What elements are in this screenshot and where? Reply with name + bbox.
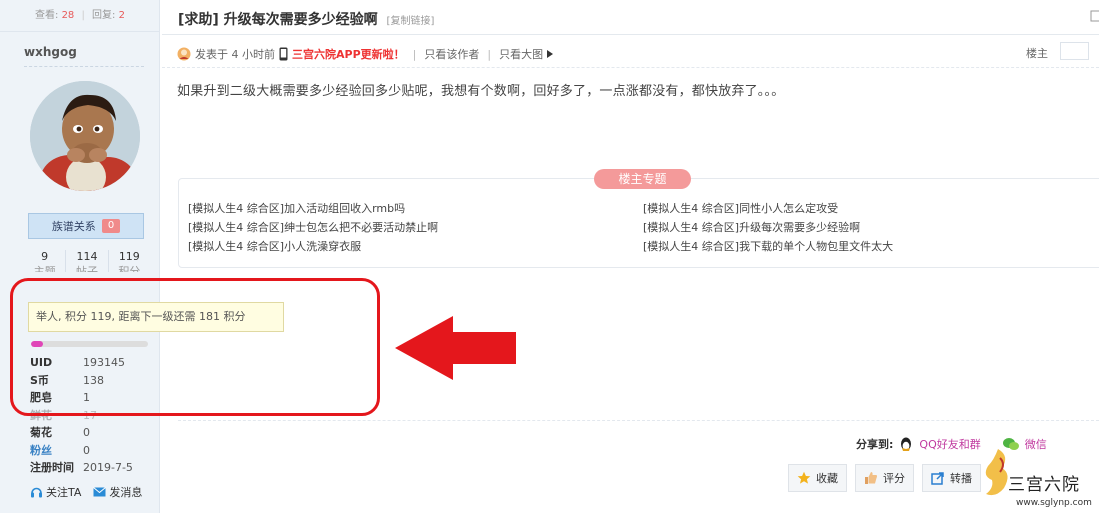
replies-label: 回复: <box>92 10 116 21</box>
level-progress-fill <box>31 341 43 347</box>
author-sidebar: 查看: 28 | 回复: 2 wxhgog 族谱关系 0 9 主题 114 帖子… <box>0 0 160 513</box>
avatar[interactable] <box>30 81 140 191</box>
floor-jump-input[interactable] <box>1060 42 1089 60</box>
author-topics-tag: 楼主专题 <box>594 169 691 189</box>
post-actions: 收藏 评分 转播 <box>788 464 981 492</box>
info-value: 193145 <box>83 356 125 369</box>
stat-value: 119 <box>118 250 140 263</box>
qq-penguin-icon[interactable] <box>899 437 913 452</box>
level-progress-bar <box>31 341 148 347</box>
thread-title: [求助] 升级每次需要多少经验啊 [复制链接] <box>178 9 434 29</box>
info-value: 0 <box>83 426 90 439</box>
headset-icon <box>31 487 42 498</box>
divider <box>178 420 1099 421</box>
watermark-url: www.sglynp.com <box>1016 498 1092 508</box>
post-body: 如果升到二级大概需要多少经验回多少贴呢，我想有个数啊，回好多了，一点涨都没有，都… <box>177 84 785 99</box>
info-value: 2019-7-5 <box>83 461 133 474</box>
stat-label: 积分 <box>118 265 141 272</box>
print-icon[interactable] <box>1090 9 1099 26</box>
stat-label: 主题 <box>33 265 56 272</box>
info-row-chrysanthemum: 菊花 0 <box>30 424 160 442</box>
family-tree-label: 族谱关系 <box>51 220 96 233</box>
stat-threads[interactable]: 9 主题 <box>24 250 67 272</box>
stat-posts[interactable]: 114 帖子 <box>66 250 109 272</box>
divider <box>24 66 144 67</box>
topic-link[interactable]: [模拟人生4 综合区]绅士包怎么把不必要活动禁止啊 <box>188 221 643 235</box>
info-value: 138 <box>83 373 104 387</box>
info-label: 肥皂 <box>30 391 52 404</box>
author-actions: 关注TA 发消息 <box>30 484 142 500</box>
thumbs-up-icon <box>865 472 877 484</box>
stat-value: 114 <box>76 250 98 263</box>
divider <box>162 67 1099 68</box>
follow-button[interactable]: 关注TA <box>30 484 81 500</box>
topic-link[interactable]: [模拟人生4 综合区]小人洗澡穿衣服 <box>188 240 643 254</box>
watermark-brand: 三宫六院 <box>1008 475 1080 495</box>
info-label: 菊花 <box>30 426 52 439</box>
mobile-phone-icon <box>279 47 288 61</box>
follow-label: 关注TA <box>46 486 82 499</box>
family-tree-button[interactable]: 族谱关系 0 <box>28 213 144 239</box>
only-big-image-link[interactable]: 只看大图 <box>499 46 543 62</box>
info-label[interactable]: 粉丝 <box>30 442 83 460</box>
site-watermark: 三宫六院 www.sglynp.com <box>978 440 1099 513</box>
info-row-fans[interactable]: 粉丝 0 <box>30 442 160 460</box>
share-box-icon <box>931 472 944 485</box>
favorite-button[interactable]: 收藏 <box>788 464 847 492</box>
repost-label: 转播 <box>950 472 972 485</box>
info-label: UID <box>30 356 53 369</box>
post-time: 发表于 4 小时前 <box>195 48 275 61</box>
author-stats: 9 主题 114 帖子 119 积分 <box>24 250 150 272</box>
share-qq-link[interactable]: QQ好友和群 <box>919 436 980 452</box>
thread-title-text: [求助] 升级每次需要多少经验啊 <box>178 12 378 28</box>
info-label: 鲜花 <box>30 408 52 422</box>
rate-label: 评分 <box>883 472 905 485</box>
info-row-coins: S币 138 <box>30 372 160 390</box>
author-topics-list: [模拟人生4 综合区]加入活动组回收入rmb吗 [模拟人生4 综合区]同性小人怎… <box>188 202 1088 254</box>
stat-value: 9 <box>41 250 49 263</box>
divider <box>162 34 1099 35</box>
info-value: 1 <box>83 391 90 404</box>
thread-stats: 查看: 28 | 回复: 2 <box>0 0 160 32</box>
info-label: S币 <box>30 373 49 387</box>
info-row-registered: 注册时间 2019-7-5 <box>30 459 160 477</box>
annotation-arrow-icon <box>395 316 516 380</box>
info-value: 0 <box>83 443 90 457</box>
views-count: 28 <box>61 10 75 21</box>
family-count-badge: 0 <box>101 219 121 233</box>
topic-link[interactable]: [模拟人生4 综合区]同性小人怎么定攻受 <box>643 202 1088 216</box>
stat-points[interactable]: 119 积分 <box>109 250 150 272</box>
level-tooltip: 举人, 积分 119, 距离下一级还需 181 积分 <box>28 302 284 332</box>
info-row-flowers: 鲜花 17 <box>30 407 160 425</box>
share-label: 分享到: <box>856 438 894 451</box>
topic-link[interactable]: [模拟人生4 综合区]我下载的单个人物包里文件太大 <box>643 240 1088 254</box>
repost-button[interactable]: 转播 <box>922 464 981 492</box>
views-label: 查看: <box>35 10 59 21</box>
message-label: 发消息 <box>109 486 143 499</box>
envelope-icon <box>93 487 107 497</box>
user-face-icon <box>177 47 191 61</box>
info-value: 17 <box>83 408 97 422</box>
only-author-link[interactable]: 只看该作者 <box>424 46 479 62</box>
stat-label: 帖子 <box>75 265 98 272</box>
replies-count: 2 <box>118 10 125 21</box>
caret-right-icon <box>547 50 554 58</box>
topic-link[interactable]: [模拟人生4 综合区]升级每次需要多少经验啊 <box>643 221 1088 235</box>
author-info-list: UID 193145 S币 138 肥皂 1 鲜花 17 菊花 0 粉丝 0 注… <box>30 354 160 477</box>
info-label: 注册时间 <box>30 461 74 474</box>
copy-link-button[interactable]: [复制链接] <box>387 16 435 27</box>
floor-label: 楼主 <box>1026 47 1048 60</box>
favorite-label: 收藏 <box>816 472 838 485</box>
star-icon <box>797 471 811 484</box>
topic-link[interactable]: [模拟人生4 综合区]加入活动组回收入rmb吗 <box>188 202 643 216</box>
app-update-link[interactable]: 三宫六院APP更新啦！ <box>292 46 405 62</box>
post-meta: 发表于 4 小时前 三宫六院APP更新啦！ | 只看该作者 | 只看大图 <box>177 46 554 62</box>
info-row-uid: UID 193145 <box>30 354 160 372</box>
info-row-soap: 肥皂 1 <box>30 389 160 407</box>
author-username[interactable]: wxhgog <box>24 45 77 59</box>
message-button[interactable]: 发消息 <box>93 484 142 500</box>
rate-button[interactable]: 评分 <box>855 464 914 492</box>
